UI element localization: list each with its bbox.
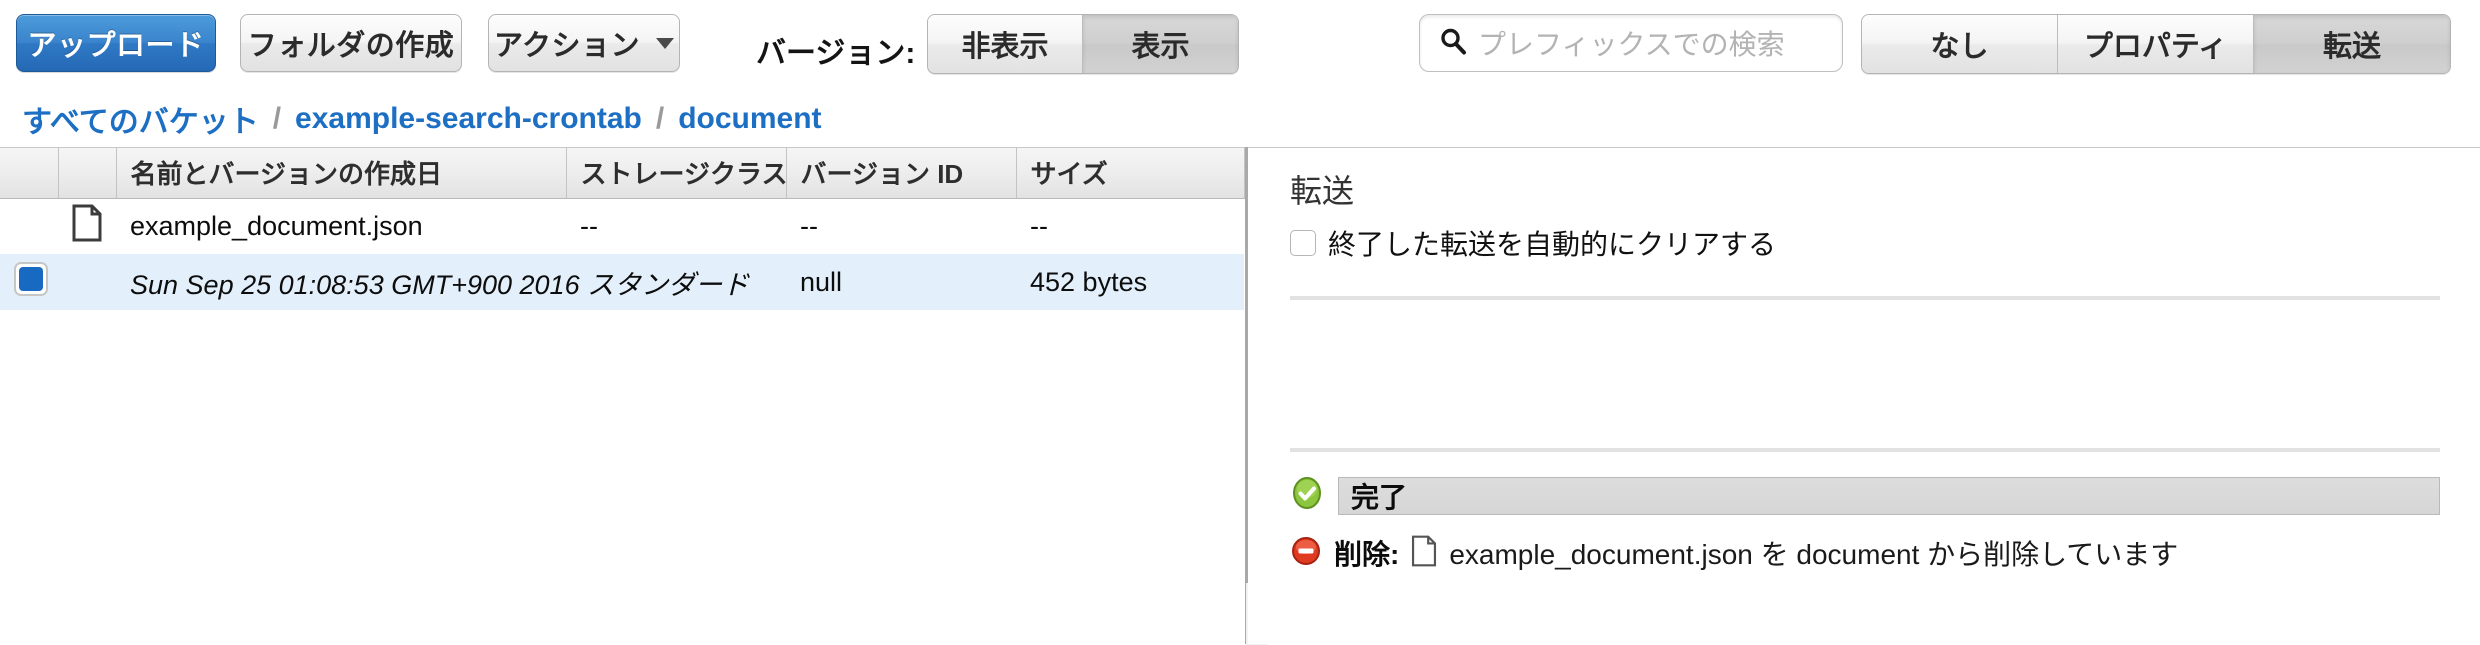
column-header-icon[interactable] xyxy=(58,148,117,199)
transfer-progress-row: 完了 xyxy=(1290,476,2440,515)
row-select-cell[interactable] xyxy=(0,198,58,254)
breadcrumb: すべてのバケット / example-search-crontab / docu… xyxy=(22,98,822,140)
divider xyxy=(1290,296,2440,300)
panel-mode-none-button[interactable]: なし xyxy=(1862,15,2058,73)
row-version-id: -- xyxy=(800,210,818,241)
search-input[interactable]: プレフィックスでの検索 xyxy=(1419,14,1843,72)
version-toggle-group[interactable]: 非表示 表示 xyxy=(927,14,1239,74)
panel-mode-properties-button[interactable]: プロパティ xyxy=(2058,15,2254,73)
upload-button[interactable]: アップロード xyxy=(16,14,216,72)
right-panel-mode-group[interactable]: なし プロパティ 転送 xyxy=(1861,14,2451,74)
actions-button[interactable]: アクション xyxy=(488,14,680,72)
table-header-row: 名前とバージョンの作成日 ストレージクラス バージョン ID サイズ xyxy=(0,148,1245,199)
column-header-size[interactable]: サイズ xyxy=(1016,148,1245,199)
row-file-icon-cell xyxy=(58,198,116,254)
file-icon xyxy=(1411,535,1437,572)
error-delete-icon xyxy=(1290,535,1322,572)
panel-title: 転送 xyxy=(1290,173,1355,209)
object-table: 名前とバージョンの作成日 ストレージクラス バージョン ID サイズ examp… xyxy=(0,148,1245,310)
toolbar: アップロード フォルダの作成 アクション バージョン: 非表示 表示 プレフィッ… xyxy=(0,0,2480,93)
row-checkbox-checked[interactable] xyxy=(14,261,48,296)
file-icon xyxy=(72,204,102,249)
version-hide-button[interactable]: 非表示 xyxy=(928,15,1083,73)
column-header-version-id[interactable]: バージョン ID xyxy=(786,148,1017,199)
transfer-action-label: 削除: xyxy=(1334,539,1400,570)
breadcrumb-separator: / xyxy=(272,102,282,135)
breadcrumb-item-all-buckets[interactable]: すべてのバケット xyxy=(22,97,259,141)
column-header-name[interactable]: 名前とバージョンの作成日 xyxy=(116,148,567,199)
transfer-message: example_document.json を document から削除してい… xyxy=(1449,539,2179,570)
column-header-select[interactable] xyxy=(0,148,59,199)
table-row[interactable]: example_document.json -- -- -- xyxy=(0,198,1244,254)
progress-bar: 完了 xyxy=(1338,476,2440,515)
actions-button-label: アクション xyxy=(493,30,641,62)
object-list-panel: 名前とバージョンの作成日 ストレージクラス バージョン ID サイズ examp… xyxy=(0,147,1245,644)
transfer-item-row: 削除: example_document.json を document から削… xyxy=(1290,533,2178,573)
breadcrumb-separator: / xyxy=(655,102,665,135)
auto-clear-checkbox[interactable] xyxy=(1290,230,1316,256)
row-version-id: null xyxy=(786,254,1016,310)
breadcrumb-item-bucket[interactable]: example-search-crontab xyxy=(295,102,642,136)
row-file-icon-cell xyxy=(58,254,116,310)
auto-clear-option[interactable]: 終了した転送を自動的にクリアする xyxy=(1290,223,1776,263)
version-show-button[interactable]: 表示 xyxy=(1083,15,1238,73)
table-row[interactable]: Sun Sep 25 01:08:53 GMT+900 2016 スタンダード … xyxy=(0,254,1244,310)
breadcrumb-item-folder[interactable]: document xyxy=(678,102,821,136)
row-size: 452 bytes xyxy=(1016,254,1244,310)
auto-clear-label: 終了した転送を自動的にクリアする xyxy=(1328,229,1777,260)
row-name[interactable]: example_document.json xyxy=(116,198,566,254)
success-check-icon xyxy=(1290,476,1324,515)
row-storage-class: -- xyxy=(580,210,598,241)
search-icon xyxy=(1438,26,1468,61)
row-select-cell[interactable] xyxy=(0,254,58,310)
divider xyxy=(1290,448,2440,452)
create-folder-button[interactable]: フォルダの作成 xyxy=(240,14,462,72)
transfers-panel: 転送 終了した転送を自動的にクリアする 完了 削除: example_docum… xyxy=(1248,147,2480,644)
version-filter-label: バージョン: xyxy=(756,37,916,70)
row-size: -- xyxy=(1030,210,1048,241)
progress-status-text: 完了 xyxy=(1351,481,1408,513)
chevron-down-icon xyxy=(656,37,675,49)
column-header-storage-class[interactable]: ストレージクラス xyxy=(566,148,787,199)
row-name[interactable]: Sun Sep 25 01:08:53 GMT+900 2016 スタンダード xyxy=(116,254,749,310)
search-placeholder: プレフィックスでの検索 xyxy=(1478,29,1785,60)
panel-mode-transfers-button[interactable]: 転送 xyxy=(2254,15,2450,73)
